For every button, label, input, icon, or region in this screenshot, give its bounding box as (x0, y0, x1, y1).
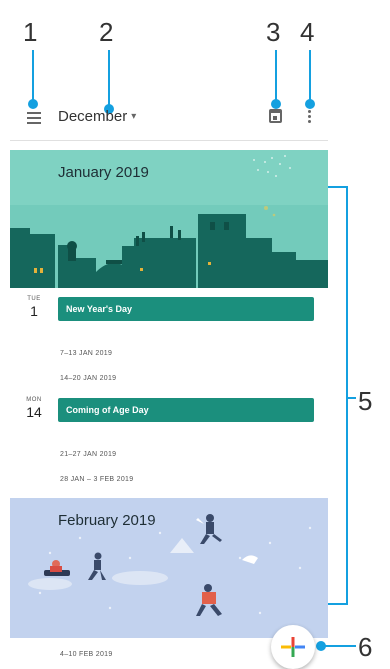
callout-5-leader-vertical (346, 186, 348, 605)
callout-5-leader-stub (346, 397, 356, 399)
day-number: 14 (26, 404, 42, 420)
add-event-fab[interactable] (271, 625, 315, 669)
week-header: 21–27 JAN 2019 (60, 451, 117, 458)
dropdown-caret-icon: ▾ (131, 111, 137, 122)
date-label-jan-1: TUE 1 (14, 296, 54, 319)
day-of-week: TUE (27, 296, 41, 302)
add-plus-icon (281, 637, 305, 657)
callout-3-leader (275, 50, 277, 102)
callout-1-dot (28, 99, 38, 109)
callout-1-leader (32, 50, 34, 102)
menu-icon[interactable] (27, 112, 41, 124)
event-coming-of-age-day[interactable]: Coming of Age Day (58, 398, 314, 422)
calendar-today-icon[interactable] (269, 109, 282, 123)
week-header: 4–10 FEB 2019 (60, 651, 113, 658)
january-banner: January 2019 (10, 150, 328, 288)
header-divider (10, 140, 328, 141)
callout-1: 1 (23, 17, 38, 47)
callout-5: 5 (358, 386, 373, 416)
date-label-jan-14: MON 14 (14, 397, 54, 420)
callout-6-dot (316, 641, 326, 651)
week-header: 7–13 JAN 2019 (60, 350, 113, 357)
callout-2: 2 (99, 17, 114, 47)
week-header: 14–20 JAN 2019 (60, 375, 117, 382)
callout-2-leader (108, 50, 110, 106)
february-banner: February 2019 (10, 498, 328, 638)
callout-3: 3 (266, 17, 281, 47)
month-label: December (58, 108, 128, 125)
event-new-years-day[interactable]: New Year's Day (58, 297, 314, 321)
january-banner-title: January 2019 (58, 164, 149, 181)
callout-6: 6 (358, 632, 373, 662)
callout-4-dot (305, 99, 315, 109)
week-header: 28 JAN – 3 FEB 2019 (60, 476, 134, 483)
callout-4: 4 (300, 17, 315, 47)
february-banner-title: February 2019 (58, 512, 156, 529)
day-number: 1 (30, 303, 38, 319)
month-selector[interactable]: December ▾ (58, 108, 136, 125)
day-of-week: MON (26, 397, 42, 403)
more-vertical-icon[interactable] (308, 110, 312, 126)
callout-3-dot (271, 99, 281, 109)
callout-4-leader (309, 50, 311, 102)
